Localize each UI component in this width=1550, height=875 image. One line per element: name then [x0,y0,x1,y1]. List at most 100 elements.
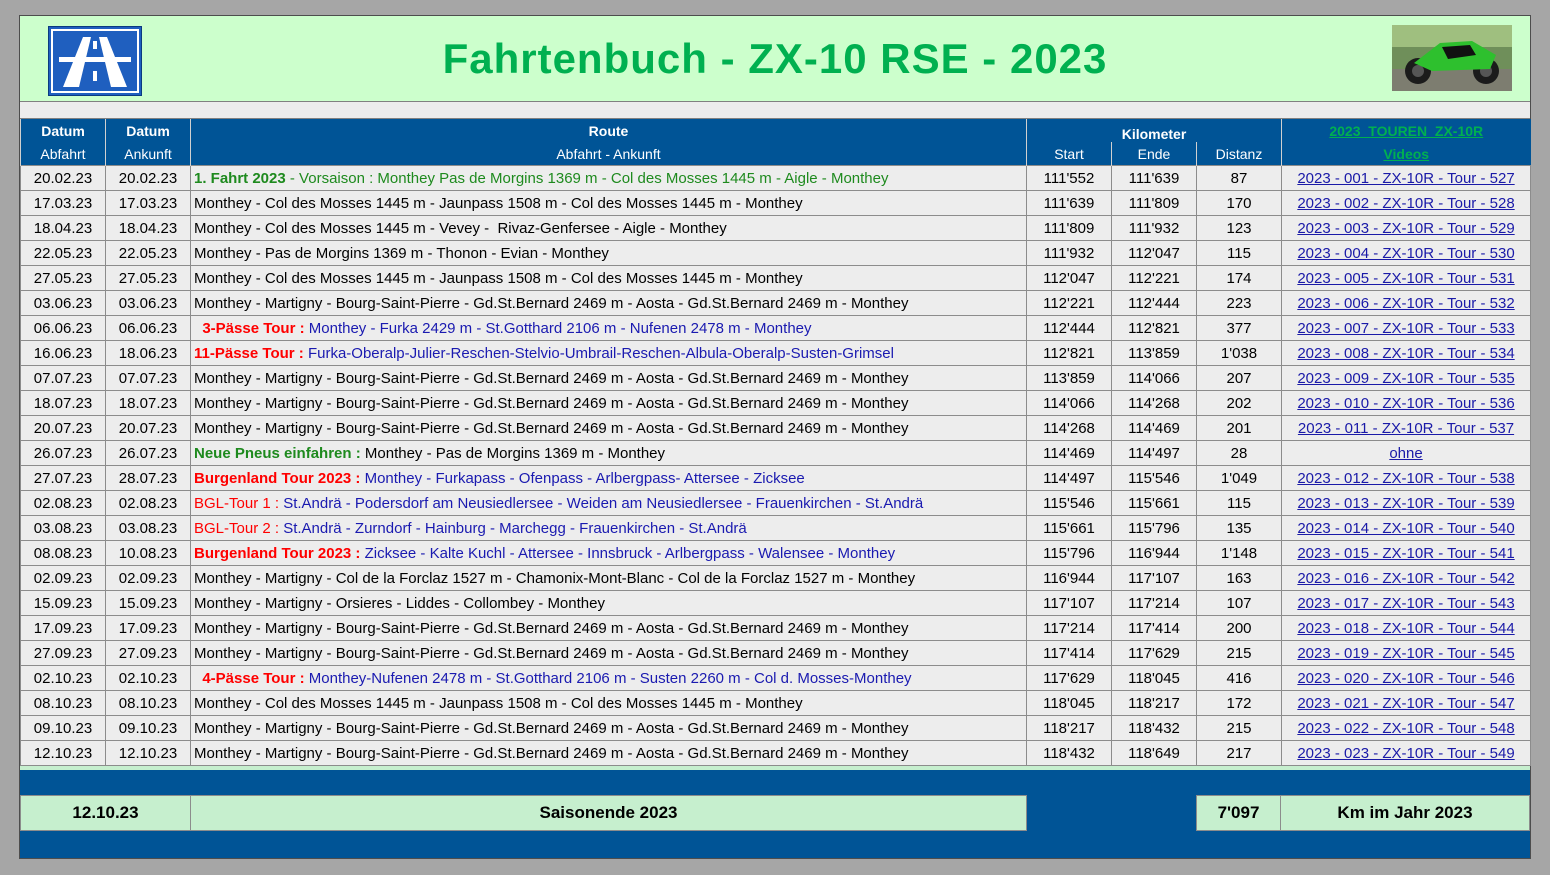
km-distanz: 174 [1196,265,1282,291]
video-cell[interactable]: 2023 - 004 - ZX-10R - Tour - 530 [1281,240,1531,266]
video-link[interactable]: 2023 - 018 - ZX-10R - Tour - 544 [1297,620,1514,637]
route-text: Monthey - Furka 2429 m - St.Gotthard 210… [304,319,812,337]
video-link[interactable]: 2023 - 021 - ZX-10R - Tour - 547 [1297,695,1514,712]
table-row: 27.09.23 27.09.23 Monthey - Martigny - Bou… [20,640,1531,666]
video-cell[interactable]: 2023 - 002 - ZX-10R - Tour - 528 [1281,190,1531,216]
video-link[interactable]: 2023 - 010 - ZX-10R - Tour - 536 [1297,395,1514,412]
video-cell[interactable]: 2023 - 010 - ZX-10R - Tour - 536 [1281,390,1531,416]
km-ende: 117'414 [1111,615,1197,641]
video-link[interactable]: 2023 - 003 - ZX-10R - Tour - 529 [1297,220,1514,237]
km-start: 117'414 [1026,640,1112,666]
km-start: 118'045 [1026,690,1112,716]
abfahrt-date: 27.07.23 [20,465,106,491]
km-ende: 111'809 [1111,190,1197,216]
video-link[interactable]: 2023 - 008 - ZX-10R - Tour - 534 [1297,345,1514,362]
logbook-sheet: Fahrtenbuch - ZX-10 RSE - 2023 Datum Dat… [19,15,1531,859]
col-abfahrt-sub: Abfahrt [20,142,106,166]
abfahrt-date: 20.07.23 [20,415,106,441]
video-cell[interactable]: 2023 - 007 - ZX-10R - Tour - 533 [1281,315,1531,341]
video-link[interactable]: 2023 - 020 - ZX-10R - Tour - 546 [1297,670,1514,687]
km-ende: 113'859 [1111,340,1197,366]
video-link[interactable]: 2023 - 016 - ZX-10R - Tour - 542 [1297,570,1514,587]
video-link[interactable]: 2023 - 022 - ZX-10R - Tour - 548 [1297,720,1514,737]
route-text: Monthey - Pas de Morgins 1369 m - Thonon… [194,244,609,262]
video-cell[interactable]: 2023 - 018 - ZX-10R - Tour - 544 [1281,615,1531,641]
video-link[interactable]: 2023 - 012 - ZX-10R - Tour - 538 [1297,470,1514,487]
trip-table: Datum Datum Route Kilometer 2023_TOUREN_… [20,119,1531,766]
video-link[interactable]: 2023 - 004 - ZX-10R - Tour - 530 [1297,245,1514,262]
video-link[interactable]: ohne [1389,445,1422,462]
table-row: 16.06.23 18.06.23 11-Pässe Tour : Furka-Ob… [20,340,1531,366]
video-link[interactable]: 2023 - 006 - ZX-10R - Tour - 532 [1297,295,1514,312]
page-title: Fahrtenbuch - ZX-10 RSE - 2023 [442,35,1108,82]
route-cell: Monthey - Martigny - Bourg-Saint-Pierre … [190,415,1027,441]
video-cell[interactable]: 2023 - 012 - ZX-10R - Tour - 538 [1281,465,1531,491]
video-cell[interactable]: 2023 - 006 - ZX-10R - Tour - 532 [1281,290,1531,316]
km-start: 115'546 [1026,490,1112,516]
table-row: 07.07.23 07.07.23 Monthey - Martigny - Bou… [20,365,1531,391]
video-cell[interactable]: 2023 - 023 - ZX-10R - Tour - 549 [1281,740,1531,766]
video-cell[interactable]: 2023 - 020 - ZX-10R - Tour - 546 [1281,665,1531,691]
ankunft-date: 27.09.23 [105,640,191,666]
ankunft-date: 07.07.23 [105,365,191,391]
video-link[interactable]: 2023 - 013 - ZX-10R - Tour - 539 [1297,495,1514,512]
video-link[interactable]: 2023 - 015 - ZX-10R - Tour - 541 [1297,545,1514,562]
video-cell[interactable]: 2023 - 017 - ZX-10R - Tour - 543 [1281,590,1531,616]
km-distanz: 123 [1196,215,1282,241]
video-cell[interactable]: 2023 - 016 - ZX-10R - Tour - 542 [1281,565,1531,591]
videos-folder-link[interactable]: 2023_TOUREN_ZX-10R [1329,123,1483,139]
table-row: 20.07.23 20.07.23 Monthey - Martigny - Bou… [20,415,1531,441]
table-row: 18.07.23 18.07.23 Monthey - Martigny - Bou… [20,390,1531,416]
video-cell[interactable]: 2023 - 013 - ZX-10R - Tour - 539 [1281,490,1531,516]
summary-total-km: 7'097 [1196,795,1281,831]
table-row: 12.10.23 12.10.23 Monthey - Martigny - Bou… [20,740,1531,766]
video-cell[interactable]: 2023 - 005 - ZX-10R - Tour - 531 [1281,265,1531,291]
summary-total-label: Km im Jahr 2023 [1280,795,1530,831]
route-cell: Burgenland Tour 2023 : Zicksee - Kalte K… [190,540,1027,566]
km-distanz: 135 [1196,515,1282,541]
km-start: 112'444 [1026,315,1112,341]
video-link[interactable]: 2023 - 007 - ZX-10R - Tour - 533 [1297,320,1514,337]
route-label: Neue Pneus einfahren : [194,444,361,462]
video-cell[interactable]: 2023 - 014 - ZX-10R - Tour - 540 [1281,515,1531,541]
km-start: 112'047 [1026,265,1112,291]
video-cell[interactable]: 2023 - 003 - ZX-10R - Tour - 529 [1281,215,1531,241]
season-summary: 12.10.23 Saisonende 2023 7'097 Km im Jah… [20,795,1530,831]
video-cell[interactable]: 2023 - 022 - ZX-10R - Tour - 548 [1281,715,1531,741]
video-link[interactable]: 2023 - 014 - ZX-10R - Tour - 540 [1297,520,1514,537]
col-datum-abfahrt: Datum [20,119,106,142]
video-link[interactable]: 2023 - 009 - ZX-10R - Tour - 535 [1297,370,1514,387]
video-link[interactable]: 2023 - 019 - ZX-10R - Tour - 545 [1297,645,1514,662]
abfahrt-date: 02.09.23 [20,565,106,591]
video-cell[interactable]: 2023 - 001 - ZX-10R - Tour - 527 [1281,165,1531,191]
video-link[interactable]: 2023 - 011 - ZX-10R - Tour - 537 [1298,420,1514,437]
route-cell: Monthey - Martigny - Bourg-Saint-Pierre … [190,615,1027,641]
km-ende: 118'432 [1111,715,1197,741]
videos-link-header[interactable]: 2023_TOUREN_ZX-10R [1281,119,1531,142]
km-distanz: 416 [1196,665,1282,691]
video-cell[interactable]: 2023 - 019 - ZX-10R - Tour - 545 [1281,640,1531,666]
video-link[interactable]: 2023 - 001 - ZX-10R - Tour - 527 [1297,170,1514,187]
route-cell: Monthey - Martigny - Orsieres - Liddes -… [190,590,1027,616]
route-label: 3-Pässe Tour : [194,319,305,337]
km-ende: 117'214 [1111,590,1197,616]
video-cell[interactable]: ohne [1281,440,1531,466]
km-ende: 118'217 [1111,690,1197,716]
video-cell[interactable]: 2023 - 021 - ZX-10R - Tour - 547 [1281,690,1531,716]
video-cell[interactable]: 2023 - 015 - ZX-10R - Tour - 541 [1281,540,1531,566]
col-videos[interactable]: Videos [1281,142,1531,166]
video-link[interactable]: 2023 - 005 - ZX-10R - Tour - 531 [1297,270,1514,287]
route-text: Monthey - Martigny - Bourg-Saint-Pierre … [194,719,909,737]
video-cell[interactable]: 2023 - 009 - ZX-10R - Tour - 535 [1281,365,1531,391]
table-row: 03.08.23 03.08.23 BGL-Tour 2 : St.Andrä - … [20,515,1531,541]
videos-link[interactable]: Videos [1383,146,1429,162]
video-cell[interactable]: 2023 - 008 - ZX-10R - Tour - 534 [1281,340,1531,366]
video-cell[interactable]: 2023 - 011 - ZX-10R - Tour - 537 [1281,415,1531,441]
video-link[interactable]: 2023 - 023 - ZX-10R - Tour - 549 [1297,745,1514,762]
km-distanz: 115 [1196,490,1282,516]
route-cell: Monthey - Col des Mosses 1445 m - Vevey … [190,215,1027,241]
summary-date: 12.10.23 [20,795,191,831]
video-link[interactable]: 2023 - 017 - ZX-10R - Tour - 543 [1297,595,1514,612]
route-text: Monthey - Martigny - Bourg-Saint-Pierre … [194,419,909,437]
video-link[interactable]: 2023 - 002 - ZX-10R - Tour - 528 [1297,195,1514,212]
